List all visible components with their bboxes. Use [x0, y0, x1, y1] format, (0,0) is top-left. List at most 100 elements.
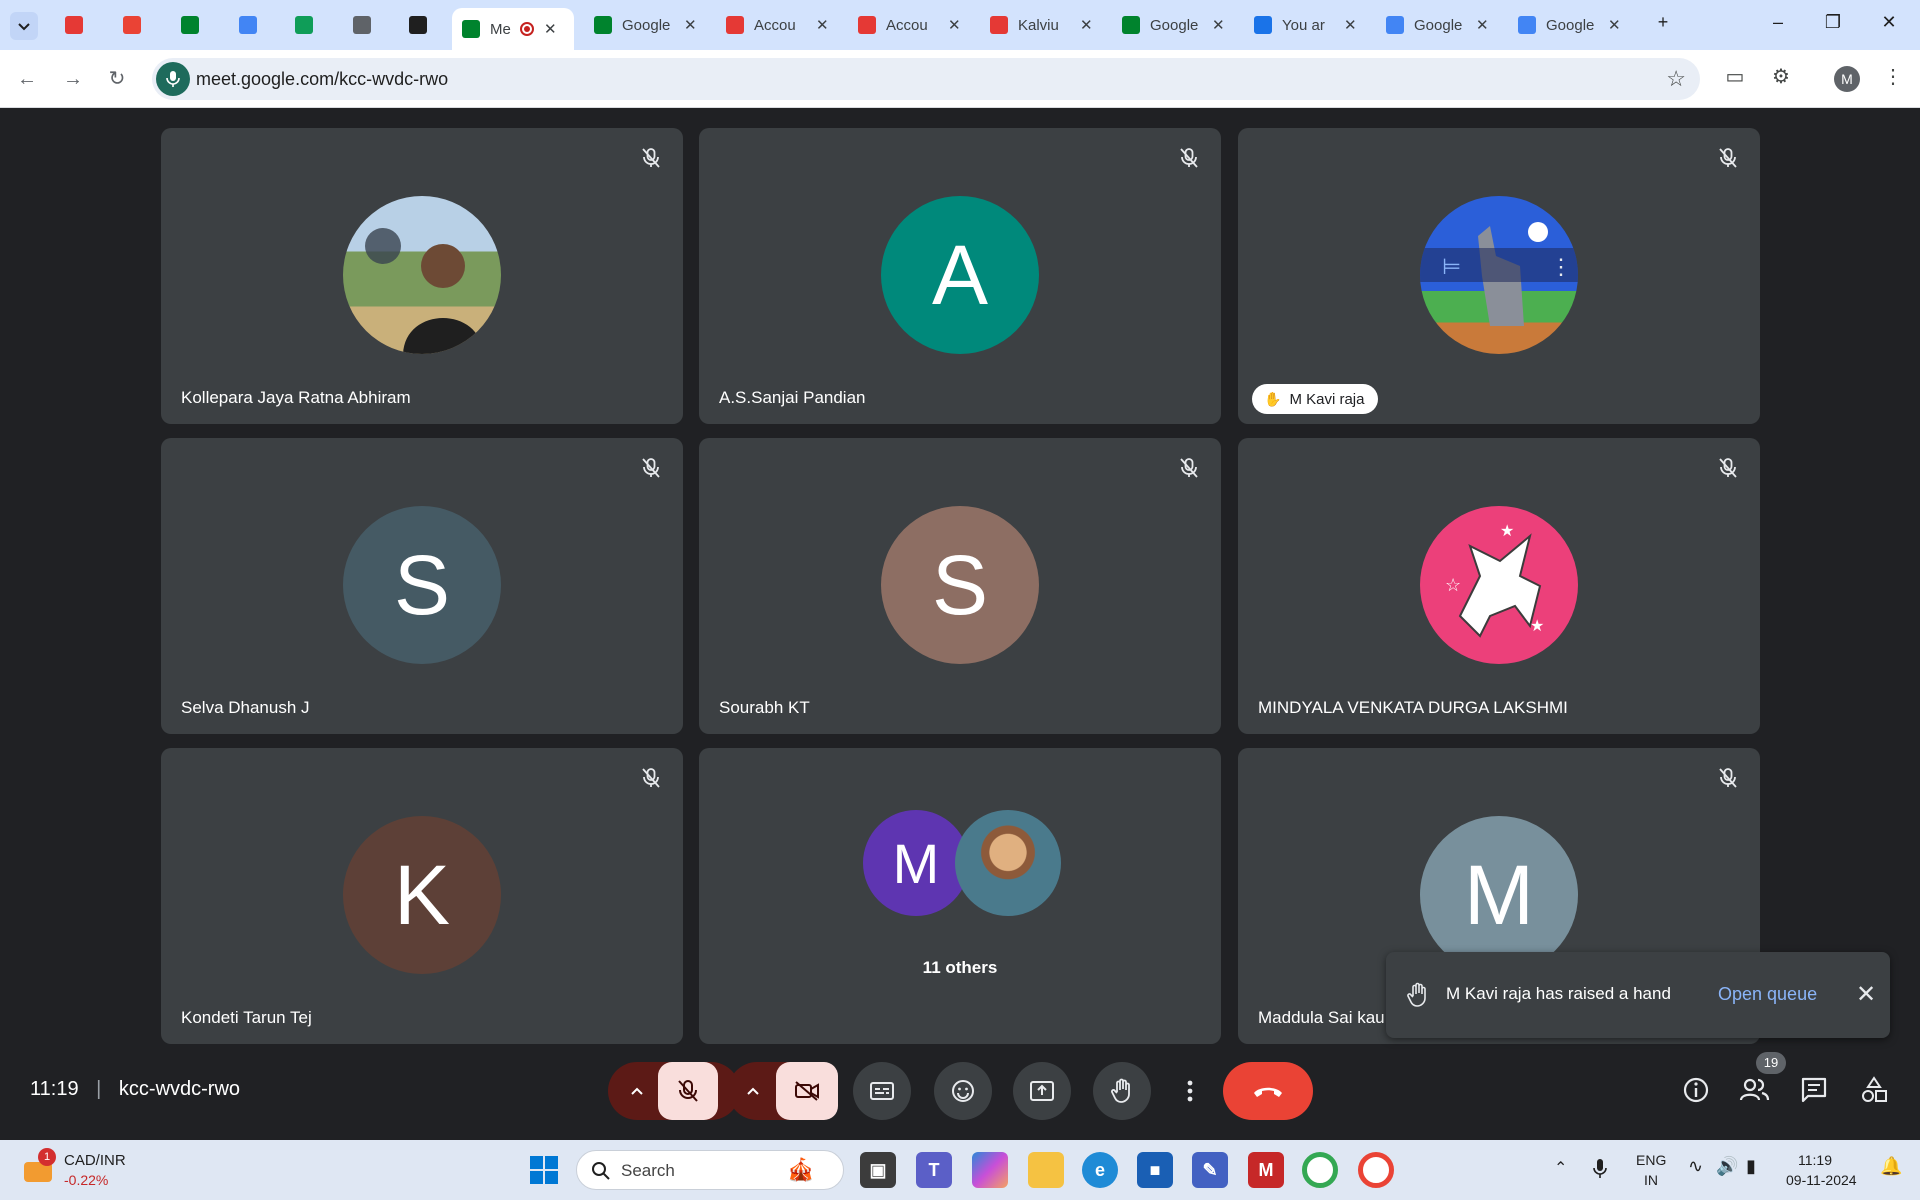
search-placeholder: Search — [621, 1161, 675, 1180]
browser-tab[interactable] — [168, 8, 212, 42]
mic-in-use-icon[interactable] — [156, 62, 190, 96]
teams-app-icon[interactable]: T — [916, 1152, 952, 1188]
forward-button[interactable]: → — [60, 66, 86, 92]
browser-tab[interactable]: Google ✕ — [1376, 8, 1498, 42]
tab-search-button[interactable] — [10, 12, 38, 40]
kalvium-icon — [858, 16, 876, 34]
avatar-pegasus-illustration: ☆ ★ ★ — [1420, 506, 1578, 664]
task-view-button[interactable]: ▣ — [860, 1152, 896, 1188]
meeting-details-icon[interactable] — [1680, 1074, 1712, 1106]
reactions-button[interactable] — [934, 1062, 992, 1120]
chrome-profile-m-icon[interactable] — [1302, 1152, 1338, 1188]
browser-tab[interactable] — [52, 8, 96, 42]
browser-tab[interactable] — [340, 8, 384, 42]
clock-date[interactable]: 09-11-2024 — [1786, 1172, 1857, 1188]
browser-menu-icon[interactable]: ⋮ — [1878, 64, 1908, 89]
participant-tile[interactable]: A A.S.Sanjai Pandian — [699, 128, 1221, 424]
close-tab-button[interactable]: ✕ — [1344, 16, 1357, 34]
input-region[interactable]: IN — [1644, 1172, 1658, 1188]
address-bar[interactable]: meet.google.com/kcc-wvdc-rwo ☆ — [152, 58, 1700, 100]
browser-tab[interactable]: Accou ✕ — [716, 8, 838, 42]
close-notification-button[interactable]: ✕ — [1856, 980, 1876, 1009]
close-tab-button[interactable]: ✕ — [544, 20, 557, 38]
volume-icon[interactable]: 🔊 — [1716, 1156, 1738, 1177]
browser-tab[interactable]: Kalviu ✕ — [980, 8, 1102, 42]
browser-tab[interactable] — [226, 8, 270, 42]
browser-tab[interactable] — [282, 8, 326, 42]
meeting-time: 11:19 — [30, 1078, 79, 1100]
microphone-icon[interactable] — [1592, 1158, 1608, 1180]
close-window-button[interactable]: ✕ — [1866, 12, 1912, 33]
new-tab-button[interactable]: + — [1640, 12, 1686, 33]
turn-on-camera-button[interactable] — [776, 1062, 838, 1120]
video-options-button[interactable] — [728, 1062, 778, 1120]
cast-icon[interactable]: ▭ — [1720, 64, 1750, 89]
chrome-profile-k-icon[interactable] — [1358, 1152, 1394, 1188]
close-tab-button[interactable]: ✕ — [684, 16, 697, 34]
meeting-info: 11:19 | kcc-wvdc-rwo — [30, 1078, 240, 1101]
wifi-icon[interactable]: ∿ — [1688, 1156, 1703, 1177]
participant-tile[interactable]: S Selva Dhanush J — [161, 438, 683, 734]
activities-icon[interactable] — [1858, 1074, 1890, 1106]
browser-tab[interactable]: Google ✕ — [1112, 8, 1234, 42]
copilot-app-icon[interactable] — [972, 1152, 1008, 1188]
bookmark-star-icon[interactable]: ☆ — [1666, 66, 1686, 92]
profile-avatar[interactable]: M — [1834, 66, 1860, 92]
participant-tile[interactable]: M 11 others — [699, 748, 1221, 1044]
back-button[interactable]: ← — [14, 66, 40, 92]
battery-icon[interactable]: ▮ — [1746, 1156, 1756, 1177]
participant-tile[interactable]: ☆ ★ ★ MINDYALA VENKATA DURGA LAKSHMI — [1238, 438, 1760, 734]
browser-tab[interactable] — [110, 8, 154, 42]
weather-widget[interactable]: 1 — [22, 1148, 56, 1188]
extensions-icon[interactable]: ⚙ — [1766, 64, 1796, 89]
muted-mic-icon — [1177, 456, 1201, 480]
show-hidden-icons-button[interactable]: ⌃ — [1554, 1158, 1567, 1178]
participant-tile[interactable]: K Kondeti Tarun Tej — [161, 748, 683, 1044]
close-tab-button[interactable]: ✕ — [816, 16, 829, 34]
captions-button[interactable] — [853, 1062, 911, 1120]
close-tab-button[interactable]: ✕ — [948, 16, 961, 34]
mcafee-icon[interactable]: M — [1248, 1152, 1284, 1188]
close-tab-button[interactable]: ✕ — [1476, 16, 1489, 34]
pen-app-icon[interactable]: ✎ — [1192, 1152, 1228, 1188]
leave-call-button[interactable] — [1223, 1062, 1313, 1120]
file-explorer-icon[interactable] — [1028, 1152, 1064, 1188]
notifications-bell-icon[interactable]: 🔔 — [1880, 1156, 1902, 1177]
mic-control-group — [608, 1062, 740, 1120]
more-options-button[interactable] — [1170, 1062, 1210, 1120]
browser-tab[interactable]: Accou ✕ — [848, 8, 970, 42]
participant-name: Selva Dhanush J — [181, 698, 310, 717]
tab-title: Accou — [754, 16, 796, 34]
browser-tab[interactable]: Me ✕ — [452, 8, 574, 50]
participant-tile[interactable]: ⊨ ⋮ ✋ M Kavi raja — [1238, 128, 1760, 424]
present-screen-button[interactable] — [1013, 1062, 1071, 1120]
participant-tile[interactable]: S Sourabh KT — [699, 438, 1221, 734]
restore-button[interactable]: ❐ — [1810, 12, 1856, 33]
meeting-code: kcc-wvdc-rwo — [118, 1078, 241, 1100]
ms-store-icon[interactable]: ■ — [1137, 1152, 1173, 1188]
browser-tab[interactable]: You ar ✕ — [1244, 8, 1366, 42]
windows-taskbar: 1 CAD/INR -0.22% Search 🎪 ▣ T e ■ ✎ M ⌃ … — [0, 1140, 1920, 1200]
raised-hand-icon — [1407, 982, 1426, 1007]
globe-icon — [353, 16, 371, 34]
google-sheets-icon — [295, 16, 313, 34]
participant-tile[interactable]: Kollepara Jaya Ratna Abhiram — [161, 128, 683, 424]
raise-hand-button[interactable] — [1093, 1062, 1151, 1120]
people-button[interactable]: 19 — [1738, 1052, 1786, 1110]
reload-button[interactable]: ↻ — [104, 66, 130, 92]
unmute-button[interactable] — [658, 1062, 718, 1120]
minimize-button[interactable]: – — [1755, 12, 1801, 33]
browser-tab[interactable] — [396, 8, 440, 42]
edge-browser-icon[interactable]: e — [1082, 1152, 1118, 1188]
browser-tab[interactable]: Google ✕ — [1508, 8, 1630, 42]
close-tab-button[interactable]: ✕ — [1080, 16, 1093, 34]
chat-icon[interactable] — [1798, 1074, 1830, 1106]
browser-tab[interactable]: Google ✕ — [584, 8, 706, 42]
close-tab-button[interactable]: ✕ — [1212, 16, 1225, 34]
start-button[interactable] — [526, 1152, 562, 1188]
input-language[interactable]: ENG — [1636, 1152, 1666, 1168]
open-queue-button[interactable]: Open queue — [1718, 984, 1817, 1005]
close-tab-button[interactable]: ✕ — [1608, 16, 1621, 34]
clock-time[interactable]: 11:19 — [1798, 1152, 1832, 1168]
taskbar-search[interactable]: Search 🎪 — [576, 1150, 844, 1190]
